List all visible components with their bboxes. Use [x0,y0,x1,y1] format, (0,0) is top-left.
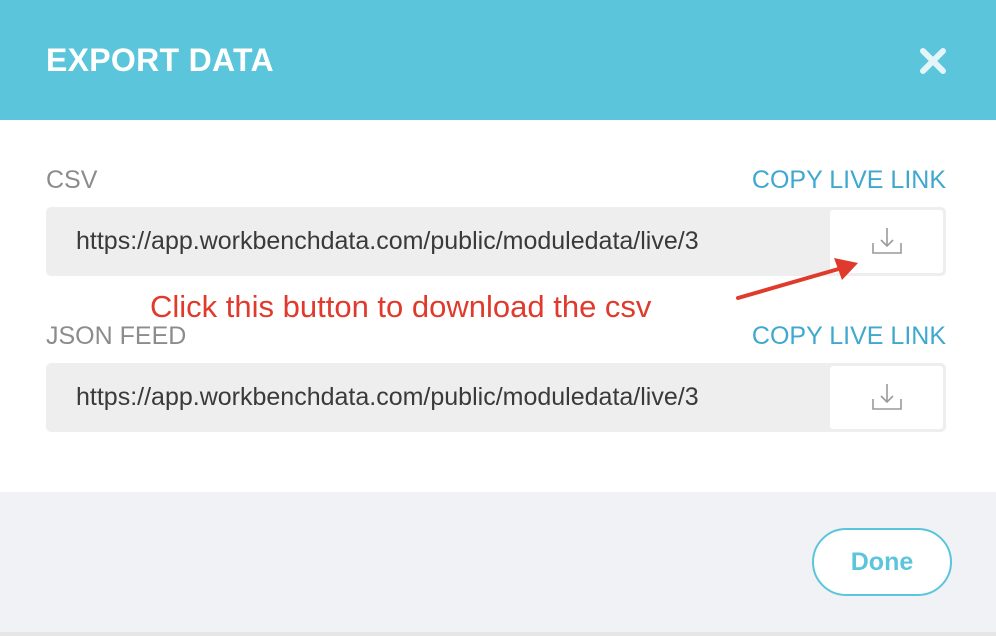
done-button[interactable]: Done [812,528,952,596]
csv-label: CSV [46,166,98,194]
csv-url-value[interactable]: https://app.workbenchdata.com/public/mod… [76,207,842,276]
close-icon [920,48,946,74]
close-button[interactable] [914,42,952,80]
json-feed-copy-live-link[interactable]: COPY LIVE LINK [752,321,946,351]
download-icon [872,228,902,254]
download-icon [872,384,902,410]
dialog-header: EXPORT DATA [0,0,996,120]
csv-copy-live-link[interactable]: COPY LIVE LINK [752,165,946,195]
export-data-dialog: EXPORT DATA CSV COPY LIVE LINK https://a… [0,0,996,632]
dialog-title: EXPORT DATA [46,42,274,78]
annotation-arrow-icon [736,258,858,300]
dialog-footer: Done [0,492,996,632]
json-feed-url-value[interactable]: https://app.workbenchdata.com/public/mod… [76,363,842,432]
json-feed-url-field[interactable]: https://app.workbenchdata.com/public/mod… [46,363,946,432]
annotation-text: Click this button to download the csv [150,289,652,324]
json-feed-download-button[interactable] [830,366,943,429]
